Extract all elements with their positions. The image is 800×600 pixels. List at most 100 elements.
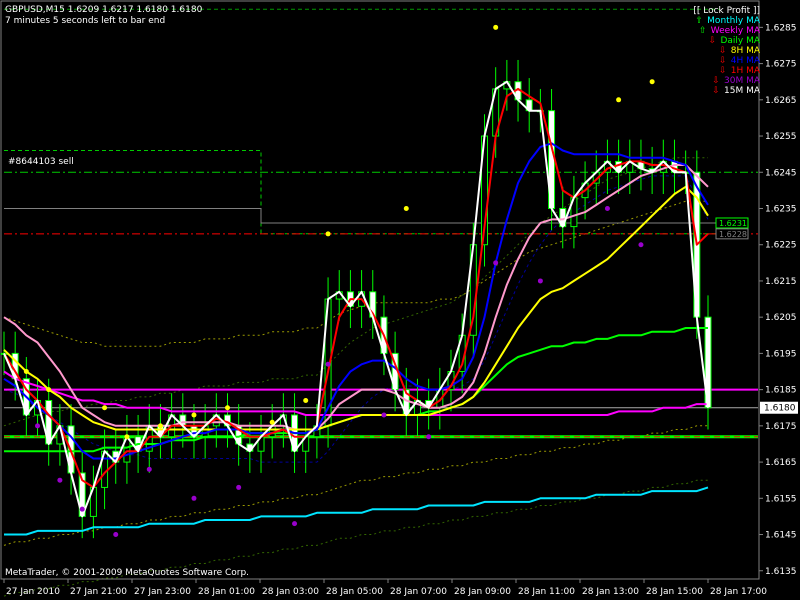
legend-item: ⇧ Weekly MA	[693, 26, 760, 36]
fractal-dot-down	[604, 205, 610, 211]
fractal-dot-up	[616, 97, 622, 103]
ma-legend: [[ Lock Profit ]] ⇧ Monthly MA ⇧ Weekly MA ⇩…	[693, 6, 760, 96]
envelope-bands	[3, 157, 709, 597]
fractal-dot-up	[102, 405, 108, 411]
fractal-dot-down	[146, 466, 152, 472]
fractal-dot-down	[57, 477, 63, 483]
y-tick-label: 1.6245	[765, 168, 797, 178]
x-tick-label: 28 Jan 05:00	[326, 587, 383, 597]
y-tick-label: 1.6275	[765, 60, 797, 70]
legend-items: ⇧ Monthly MA ⇧ Weekly MA ⇩ Daily MA ⇩ 8H MA ⇩ 4H …	[693, 16, 760, 96]
fractal-dot-up	[191, 412, 197, 418]
time-axis: 27 Jan 2010 27 Jan 21:00 27 Jan 23:00 28 Ja…	[1, 578, 767, 597]
fractal-dot-up	[269, 419, 275, 425]
order-label: #8644103 sell	[8, 157, 74, 167]
y-tick-label: 1.6135	[765, 567, 797, 577]
fractal-dot-up	[46, 387, 52, 393]
x-tick-label: 28 Jan 17:00	[710, 587, 767, 597]
x-tick-label: 28 Jan 13:00	[582, 587, 639, 597]
x-tick-label: 28 Jan 07:00	[390, 587, 447, 597]
step-line-0	[4, 150, 720, 235]
fractal-dot-down	[426, 434, 432, 440]
fractal-dot-down	[381, 412, 387, 418]
copyright-text: MetaTrader, © 2001-2009 MetaQuotes Softw…	[5, 568, 250, 578]
arrow-down-icon: ⇩	[718, 46, 727, 56]
moving-averages	[3, 80, 709, 536]
arrow-down-icon: ⇩	[708, 36, 717, 46]
price-tag-label: 1.6231	[719, 219, 747, 228]
fractal-dot-up	[224, 405, 230, 411]
y-tick-label: 1.6225	[765, 241, 797, 251]
fractal-dot-down	[493, 260, 499, 266]
legend-item: ⇩ 4H MA	[693, 56, 760, 66]
fractal-dot-down	[325, 361, 331, 367]
y-tick-label: 1.6235	[765, 204, 797, 214]
fractal-dot-up	[124, 434, 130, 440]
level-lines	[4, 8, 720, 235]
legend-item: ⇩ 8H MA	[693, 46, 760, 56]
arrow-down-icon: ⇩	[718, 56, 727, 66]
band-line-4	[3, 175, 709, 463]
y-tick-label: 1.6155	[765, 494, 797, 504]
step-line-1	[4, 208, 720, 224]
x-tick-label: 28 Jan 15:00	[646, 587, 703, 597]
legend-item-label: 30M MA	[724, 76, 760, 86]
fractal-dot-down	[35, 423, 41, 429]
current-price-label: 1.6180	[764, 404, 796, 414]
legend-item: ⇩ 30M MA	[693, 76, 760, 86]
arrow-down-icon: ⇩	[718, 66, 727, 76]
price-axis: 1.6285 1.6275 1.6265 1.6255 1.6245 1.6235 1.62…	[758, 1, 797, 579]
fractal-dot-down	[537, 278, 543, 284]
y-tick-label: 1.6255	[765, 132, 797, 142]
series-ma_4h	[3, 142, 709, 460]
x-tick-label: 28 Jan 09:00	[454, 587, 511, 597]
legend-item-label: 8H MA	[730, 46, 760, 56]
legend-item: ⇩ 1H MA	[693, 66, 760, 76]
legend-item: ⇩ 15M MA	[693, 86, 760, 96]
y-tick-label: 1.6195	[765, 349, 797, 359]
fractal-dot-down	[236, 484, 242, 490]
legend-item: ⇧ Monthly MA	[693, 16, 760, 26]
fractal-dot-up	[157, 423, 163, 429]
y-tick-label: 1.6175	[765, 422, 797, 432]
legend-title: [[ Lock Profit ]]	[693, 6, 760, 16]
x-tick-label: 28 Jan 03:00	[262, 587, 319, 597]
bar-timer: 7 minutes 5 seconds left to bar end	[5, 16, 166, 26]
fractal-dot-down	[292, 521, 298, 527]
x-tick-label: 28 Jan 11:00	[518, 587, 575, 597]
y-tick-label: 1.6215	[765, 277, 797, 287]
x-tick-label: 27 Jan 23:00	[134, 587, 191, 597]
y-tick-label: 1.6205	[765, 313, 797, 323]
arrow-up-icon: ⇧	[695, 16, 703, 26]
legend-item-label: Daily MA	[720, 36, 760, 46]
fractal-dot-up	[23, 369, 29, 375]
legend-item-label: 1H MA	[730, 66, 760, 76]
y-tick-label: 1.6145	[765, 531, 797, 541]
price-tag-label: 1.6228	[719, 230, 747, 239]
fractal-dot-down	[638, 242, 644, 248]
x-tick-label: 27 Jan 2010	[6, 587, 60, 597]
legend-item-label: Weekly MA	[710, 26, 760, 36]
y-tick-label: 1.6165	[765, 458, 797, 468]
horizontal-lines	[4, 171, 758, 439]
fractal-dot-up	[303, 397, 309, 403]
arrow-up-icon: ⇧	[698, 26, 707, 36]
arrow-down-icon: ⇩	[712, 86, 720, 96]
symbol-info: GBPUSD,M15 1.6209 1.6217 1.6180 1.6180	[5, 5, 203, 15]
y-tick-label: 1.6285	[765, 23, 797, 33]
price-chart[interactable]: 1.6285 1.6275 1.6265 1.6255 1.6245 1.6235 1.62…	[0, 0, 800, 600]
fractal-dot-up	[493, 24, 499, 30]
fractal-dot-down	[113, 532, 119, 538]
legend-item-label: 15M MA	[724, 86, 760, 96]
fractal-dot-down	[79, 506, 85, 512]
fractal-dot-down	[191, 495, 197, 501]
x-tick-label: 27 Jan 21:00	[70, 587, 127, 597]
series-ma_monthly	[4, 486, 709, 536]
legend-item-label: Monthly MA	[707, 16, 760, 26]
legend-item-label: 4H MA	[730, 56, 760, 66]
fractal-dot-up	[403, 205, 409, 211]
arrow-down-icon: ⇩	[712, 76, 720, 86]
band-line-0	[3, 157, 708, 427]
y-tick-label: 1.6265	[765, 96, 797, 106]
series-close	[3, 80, 709, 518]
